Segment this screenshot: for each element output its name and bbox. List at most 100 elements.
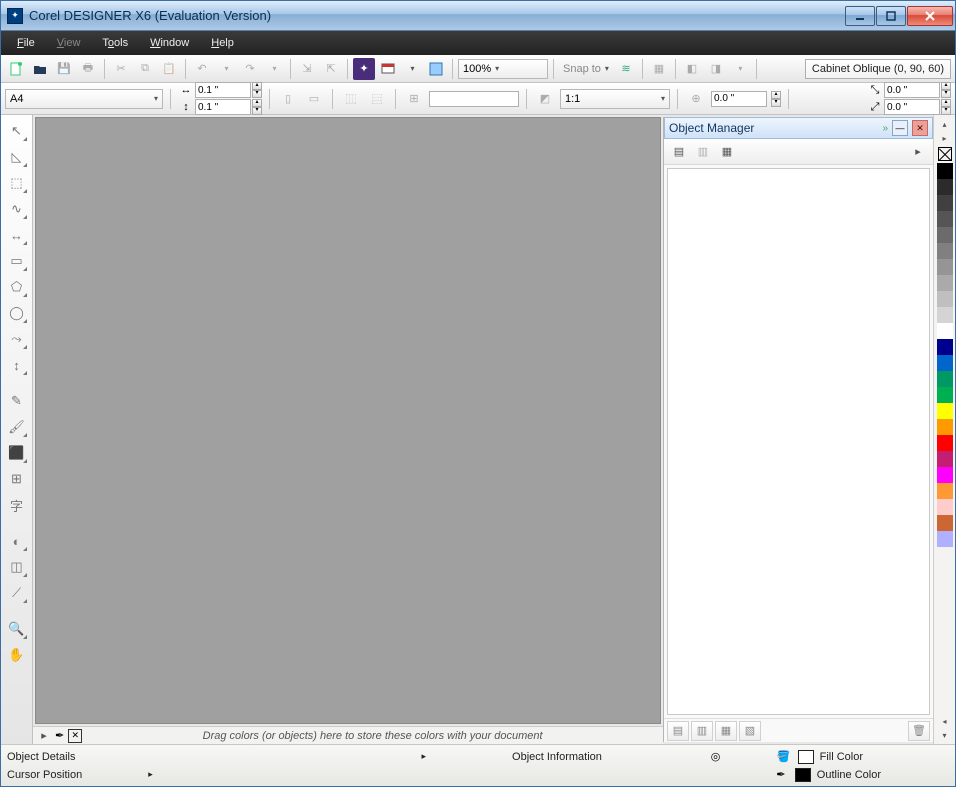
- color-swatch[interactable]: [937, 339, 953, 355]
- shape-tool[interactable]: ◺: [5, 145, 29, 169]
- zoom-combo[interactable]: 100%▾: [458, 59, 548, 79]
- connector-tool[interactable]: ⤳: [5, 327, 29, 351]
- cut-button[interactable]: ✂: [110, 58, 132, 80]
- pan-tool[interactable]: ✋: [5, 643, 29, 667]
- color-swatch[interactable]: [937, 531, 953, 547]
- new-button[interactable]: [5, 58, 27, 80]
- paste-button[interactable]: 📋: [158, 58, 180, 80]
- fill-swatch[interactable]: [798, 750, 814, 764]
- outline-swatch[interactable]: [795, 768, 811, 782]
- color-swatch[interactable]: [937, 515, 953, 531]
- color-swatch[interactable]: [937, 451, 953, 467]
- color-swatch[interactable]: [937, 387, 953, 403]
- spin-up[interactable]: ▴: [941, 82, 951, 90]
- color-swatch[interactable]: [937, 179, 953, 195]
- options-button[interactable]: [425, 58, 447, 80]
- new-layer-button[interactable]: ▤: [667, 721, 689, 741]
- zoom-tool[interactable]: 🔍: [5, 617, 29, 641]
- layer-options2-button[interactable]: ▧: [739, 721, 761, 741]
- interactive-tool[interactable]: ◐: [5, 529, 29, 553]
- color-swatch[interactable]: [937, 227, 953, 243]
- snapto-dropdown[interactable]: Snap to▾: [559, 59, 613, 79]
- layer-button-2[interactable]: ▥: [692, 141, 714, 163]
- layer-button-1[interactable]: ▤: [668, 141, 690, 163]
- new-master-layer-button[interactable]: ▥: [691, 721, 713, 741]
- document-color-tray[interactable]: ▸ ✒ ✕ Drag colors (or objects) here to s…: [33, 726, 663, 744]
- spin-up[interactable]: ▴: [252, 82, 262, 90]
- redo-button[interactable]: ↷: [239, 58, 261, 80]
- ratio-combo[interactable]: 1:1▾: [560, 89, 670, 109]
- fill-tool[interactable]: ⬛: [5, 441, 29, 465]
- artistic-media-tool[interactable]: ✎: [5, 389, 29, 413]
- drawing-canvas[interactable]: [35, 117, 661, 724]
- layer-button-3[interactable]: ▦: [716, 141, 738, 163]
- color-swatch[interactable]: [937, 323, 953, 339]
- eyedropper-tool[interactable]: ⟋: [5, 581, 29, 605]
- color-swatch[interactable]: [937, 291, 953, 307]
- rectangle-tool[interactable]: ▭: [5, 249, 29, 273]
- dup-distance-input[interactable]: [711, 91, 767, 107]
- landscape-button[interactable]: ▭: [303, 88, 325, 110]
- palette-expand-icon[interactable]: ◂: [937, 714, 953, 728]
- welcome-dropdown[interactable]: [401, 58, 423, 80]
- color-swatch[interactable]: [937, 163, 953, 179]
- nudge-y-input[interactable]: [195, 99, 251, 115]
- menu-help[interactable]: Help: [201, 34, 244, 52]
- app-launcher-button[interactable]: ✦: [353, 58, 375, 80]
- color-swatch[interactable]: [937, 467, 953, 483]
- 3d-dropdown[interactable]: [729, 58, 751, 80]
- delete-layer-button[interactable]: 🗑: [908, 721, 930, 741]
- color-swatch[interactable]: [937, 195, 953, 211]
- export-button[interactable]: ⇱: [320, 58, 342, 80]
- page-layout1-button[interactable]: ⿲: [340, 88, 362, 110]
- color-swatch[interactable]: [937, 419, 953, 435]
- text-tool[interactable]: 字: [5, 493, 29, 517]
- color-swatch[interactable]: [937, 355, 953, 371]
- color-swatch[interactable]: [937, 371, 953, 387]
- redo-dropdown[interactable]: [263, 58, 285, 80]
- minimize-button[interactable]: [845, 6, 875, 26]
- color-swatch[interactable]: [937, 403, 953, 419]
- crop-tool[interactable]: ⬚: [5, 171, 29, 195]
- palette-up-icon[interactable]: ▴: [937, 117, 953, 131]
- tray-eyedropper-icon[interactable]: ✒: [55, 729, 64, 742]
- color-swatch[interactable]: [937, 243, 953, 259]
- spin-down[interactable]: ▾: [252, 90, 262, 98]
- transparency-tool[interactable]: ◫: [5, 555, 29, 579]
- no-color-swatch[interactable]: [938, 147, 952, 161]
- units-button[interactable]: ⊞: [403, 88, 425, 110]
- ellipse-tool[interactable]: ◯: [5, 301, 29, 325]
- pen-icon[interactable]: ✒: [773, 767, 789, 783]
- dimension-tool[interactable]: ↔: [5, 223, 29, 247]
- table-tool[interactable]: ⊞: [5, 467, 29, 491]
- undo-button[interactable]: ↶: [191, 58, 213, 80]
- color-swatch[interactable]: [937, 435, 953, 451]
- fill-bucket-icon[interactable]: 🪣: [776, 749, 792, 765]
- paper-size-combo[interactable]: A4▾: [5, 89, 163, 109]
- tray-noswatch[interactable]: ✕: [68, 729, 82, 743]
- palette-down-icon[interactable]: ▾: [937, 728, 953, 742]
- page-layout2-button[interactable]: ⿳: [366, 88, 388, 110]
- close-button[interactable]: [907, 6, 953, 26]
- menu-tools[interactable]: Tools: [92, 34, 138, 52]
- linear-dim-tool[interactable]: ↕: [5, 353, 29, 377]
- color-swatch[interactable]: [937, 259, 953, 275]
- docker-body[interactable]: [667, 168, 930, 715]
- grid-button[interactable]: ▦: [648, 58, 670, 80]
- object-info-icon[interactable]: ◎: [708, 749, 724, 765]
- palette-flyout-icon[interactable]: ▸: [937, 131, 953, 145]
- paint-tool[interactable]: 🖌: [5, 415, 29, 439]
- 3d-cube1-button[interactable]: ◧: [681, 58, 703, 80]
- nudge-x-input[interactable]: [195, 82, 251, 98]
- spin-up[interactable]: ▴: [941, 99, 951, 107]
- docker-min-button[interactable]: —: [892, 120, 908, 136]
- color-swatch[interactable]: [937, 499, 953, 515]
- dynamic-guides-button[interactable]: ≋: [615, 58, 637, 80]
- spin-down[interactable]: ▾: [941, 90, 951, 98]
- pick-tool[interactable]: ↖: [5, 119, 29, 143]
- spin-down[interactable]: ▾: [771, 99, 781, 107]
- import-button[interactable]: ⇲: [296, 58, 318, 80]
- color-swatch[interactable]: [937, 307, 953, 323]
- docker-header[interactable]: Object Manager » — ✕: [664, 117, 933, 139]
- flyout-arrow-icon[interactable]: ▸: [907, 141, 929, 163]
